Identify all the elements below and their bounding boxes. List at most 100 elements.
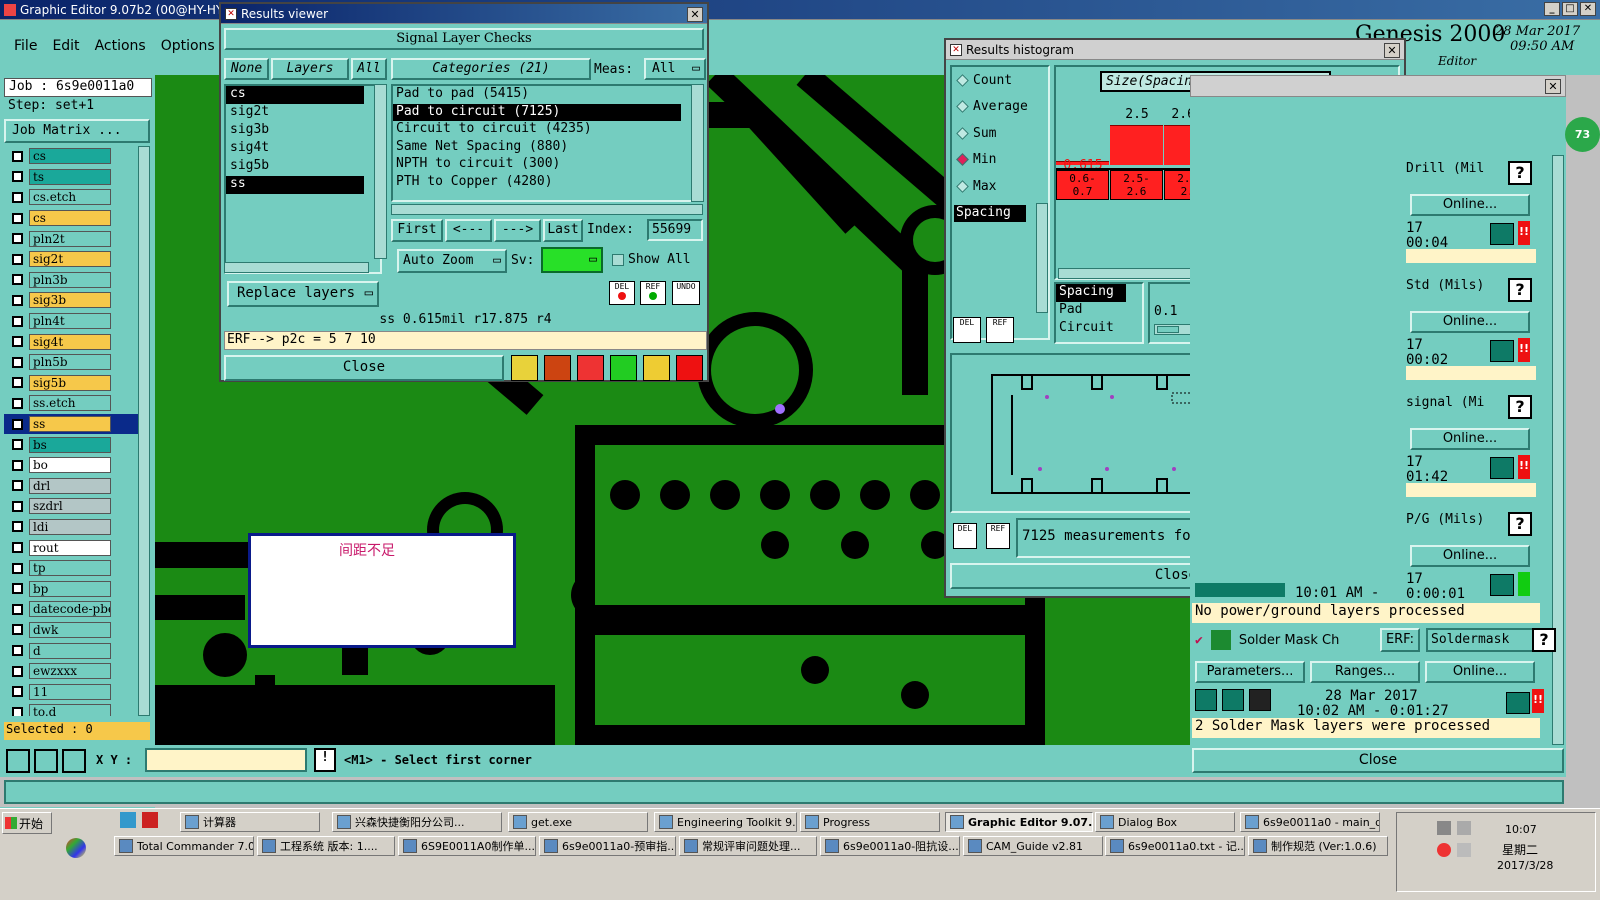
field-list[interactable]: Spacing Pad Circuit bbox=[1054, 282, 1144, 344]
maximize-icon[interactable]: □ bbox=[1562, 2, 1578, 16]
histogram-close-icon[interactable]: ✕ bbox=[1384, 43, 1400, 58]
grid-icon[interactable] bbox=[62, 749, 86, 773]
check-online-button[interactable]: Online... bbox=[1410, 545, 1530, 567]
layer-row[interactable]: 11 bbox=[4, 681, 138, 702]
layer-row[interactable]: bp bbox=[4, 578, 138, 599]
menu-actions[interactable]: Actions bbox=[95, 38, 146, 54]
layer-row[interactable]: sig3b bbox=[4, 290, 138, 311]
layer-row[interactable]: ldi bbox=[4, 517, 138, 538]
auto-zoom-dropdown[interactable]: Auto Zoom ▭ bbox=[397, 249, 507, 273]
next-button[interactable]: ---> bbox=[494, 219, 541, 242]
check-view-icon[interactable] bbox=[1490, 457, 1514, 479]
snap-icon[interactable] bbox=[6, 749, 30, 773]
run-all-icon[interactable] bbox=[1222, 689, 1244, 711]
mode-sum-radio[interactable]: Sum bbox=[952, 120, 1048, 147]
checklist-close-button[interactable]: Close bbox=[1192, 748, 1564, 773]
layer-row[interactable]: d bbox=[4, 640, 138, 661]
taskbar-button[interactable]: 计算器 bbox=[180, 812, 320, 832]
check-online-button[interactable]: Online... bbox=[1410, 194, 1530, 216]
layer-listbox-scrollbar[interactable] bbox=[374, 84, 387, 259]
hist-del-button[interactable]: DEL bbox=[953, 317, 981, 343]
field-item[interactable]: Circuit bbox=[1056, 320, 1126, 338]
rv-layer-item[interactable]: cs bbox=[226, 86, 364, 104]
rv-layer-item[interactable]: sig2t bbox=[226, 104, 364, 122]
check-online-button[interactable]: Online... bbox=[1410, 311, 1530, 333]
layer-checkbox[interactable] bbox=[12, 418, 23, 430]
checkmark-icon[interactable]: ✔ bbox=[1195, 633, 1203, 648]
layer-row[interactable]: rout bbox=[4, 537, 138, 558]
layer-checkbox[interactable] bbox=[12, 171, 23, 183]
layer-checkbox[interactable] bbox=[12, 336, 23, 348]
sm-help-button[interactable]: ? bbox=[1532, 628, 1556, 652]
start-button[interactable]: 开始 bbox=[2, 812, 52, 834]
layer-checkbox[interactable] bbox=[12, 500, 23, 512]
layer-checkbox[interactable] bbox=[12, 665, 23, 677]
layer-row[interactable]: szdrl bbox=[4, 496, 138, 517]
layer-checkbox[interactable] bbox=[12, 315, 23, 327]
stop-icon[interactable] bbox=[1249, 689, 1271, 711]
layer-checkbox[interactable] bbox=[12, 253, 23, 265]
layer-checkbox[interactable] bbox=[12, 191, 23, 203]
prev-button[interactable]: <--- bbox=[445, 219, 492, 242]
pdf-icon[interactable] bbox=[142, 812, 158, 828]
xy-input[interactable] bbox=[145, 748, 307, 772]
layer-row[interactable]: pln3b bbox=[4, 270, 138, 291]
taskbar-button[interactable]: Graphic Editor 9.07... bbox=[945, 812, 1093, 832]
slider-thumb[interactable] bbox=[1157, 326, 1179, 333]
layer-row[interactable]: ss.etch bbox=[4, 393, 138, 414]
field-item[interactable]: Pad bbox=[1056, 302, 1126, 320]
checklist-scrollbar[interactable] bbox=[1552, 155, 1564, 745]
meas-dropdown[interactable]: All ▭ bbox=[644, 58, 706, 80]
layer-listbox[interactable]: cs sig2t sig3b sig4t sig5b ss bbox=[224, 84, 382, 274]
first-button[interactable]: First bbox=[391, 219, 443, 242]
category-scrollbar[interactable] bbox=[691, 84, 704, 202]
index-field[interactable]: 55699 bbox=[647, 219, 703, 241]
close-icon[interactable]: ✕ bbox=[1580, 2, 1596, 16]
sm-parameters-button[interactable]: Parameters... bbox=[1195, 661, 1305, 683]
check-view-icon[interactable] bbox=[1490, 574, 1514, 596]
show-all-check[interactable]: Show All bbox=[612, 252, 691, 267]
histogram-icon[interactable] bbox=[676, 355, 703, 381]
ime-icon[interactable] bbox=[1437, 843, 1451, 857]
check-online-button[interactable]: Online... bbox=[1410, 428, 1530, 450]
layer-row[interactable]: bs bbox=[4, 434, 138, 455]
category-hscrollbar[interactable] bbox=[391, 204, 703, 215]
layer-checkbox[interactable] bbox=[12, 645, 23, 657]
layer-row[interactable]: to.d bbox=[4, 702, 138, 716]
erf-icon[interactable] bbox=[577, 355, 604, 381]
layer-row[interactable]: cs bbox=[4, 208, 138, 229]
menu-file[interactable]: File bbox=[14, 38, 37, 54]
mode-max-radio[interactable]: Max bbox=[952, 173, 1048, 200]
layer-checkbox[interactable] bbox=[12, 294, 23, 306]
rv-category-item[interactable]: Pad to circuit (7125) bbox=[393, 103, 681, 122]
sm-view-icon[interactable] bbox=[1506, 692, 1530, 714]
taskbar-button[interactable]: 6S9E0011A0制作单... bbox=[398, 836, 536, 856]
taskbar-button[interactable]: CAM_Guide v2.81 bbox=[963, 836, 1103, 856]
taskbar-button[interactable]: 6s9e0011a0.txt - 记... bbox=[1105, 836, 1245, 856]
menu-edit[interactable]: Edit bbox=[52, 38, 79, 54]
taskbar-button[interactable]: 工程系统 版本: 1.... bbox=[257, 836, 395, 856]
last-button[interactable]: Last bbox=[543, 219, 583, 242]
rv-layer-item[interactable]: sig3b bbox=[226, 122, 364, 140]
check-view-icon[interactable] bbox=[1490, 340, 1514, 362]
check-help-button[interactable]: ? bbox=[1508, 395, 1532, 419]
layer-checkbox[interactable] bbox=[12, 439, 23, 451]
field-selected[interactable]: Spacing bbox=[954, 205, 1026, 222]
job-matrix-button[interactable]: Job Matrix ... bbox=[4, 119, 150, 143]
layer-checkbox[interactable] bbox=[12, 150, 23, 162]
measure-icon[interactable] bbox=[34, 749, 58, 773]
hist-ref-button[interactable]: REF bbox=[986, 317, 1014, 343]
volume-icon[interactable] bbox=[1457, 821, 1471, 835]
layer-row[interactable]: tp bbox=[4, 558, 138, 579]
layer-checkbox[interactable] bbox=[12, 562, 23, 574]
taskbar-button[interactable]: 6s9e0011a0 - main_qa bbox=[1240, 812, 1380, 832]
rv-category-item[interactable]: Pad to pad (5415) bbox=[393, 86, 681, 104]
layer-list-scrollbar[interactable] bbox=[138, 146, 150, 716]
layer-row[interactable]: cs bbox=[4, 146, 138, 167]
mode-average-radio[interactable]: Average bbox=[952, 94, 1048, 121]
rv-layer-item[interactable]: ss bbox=[226, 176, 364, 194]
layer-hscrollbar[interactable] bbox=[224, 262, 369, 273]
layer-row[interactable]: sig4t bbox=[4, 331, 138, 352]
check-help-button[interactable]: ? bbox=[1508, 278, 1532, 302]
ref-button[interactable]: REF bbox=[640, 281, 666, 305]
